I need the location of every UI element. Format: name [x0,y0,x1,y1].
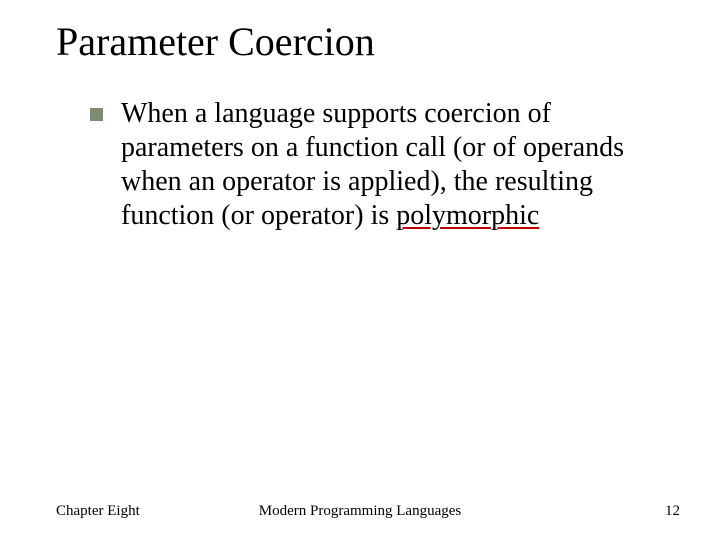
footer-book-title: Modern Programming Languages [259,503,461,520]
slide-footer: Chapter Eight Modern Programming Languag… [0,503,720,520]
footer-chapter: Chapter Eight [56,503,140,520]
bullet-text-main: When a language supports coercion of par… [121,98,624,231]
footer-page-number: 12 [665,503,680,520]
bullet-item: When a language supports coercion of par… [90,97,660,234]
slide-title: Parameter Coercion [0,0,720,65]
content-area: When a language supports coercion of par… [0,65,720,234]
bullet-text: When a language supports coercion of par… [121,97,660,234]
square-bullet-icon [90,108,103,121]
bullet-text-emphasis: polymorphic [396,200,539,231]
